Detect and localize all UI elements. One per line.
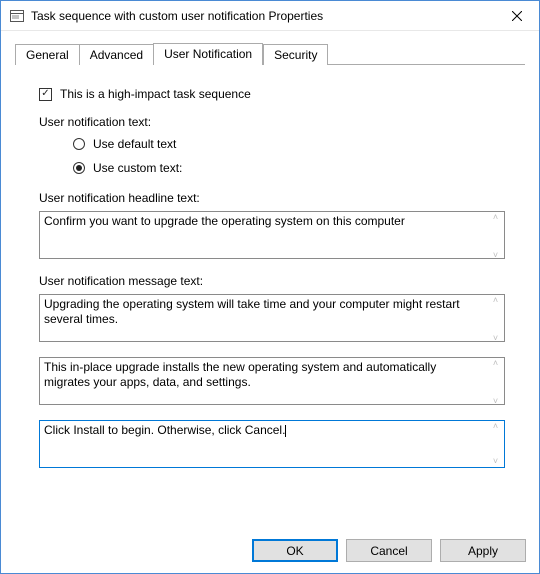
message-label: User notification message text: [39, 274, 505, 288]
headline-textarea[interactable] [39, 211, 505, 259]
titlebar: Task sequence with custom user notificat… [1, 1, 539, 31]
message3-textarea[interactable]: Click Install to begin. Otherwise, click… [39, 420, 505, 468]
radio-row-custom: Use custom text: [73, 161, 505, 175]
notification-text-radio-group: Use default text Use custom text: [39, 137, 505, 175]
text-caret [285, 425, 286, 437]
message2-textarea-wrap: ˄ ˅ [39, 357, 505, 408]
high-impact-label: This is a high-impact task sequence [60, 87, 251, 101]
tab-user-notification[interactable]: User Notification [153, 43, 263, 65]
window-icon [9, 8, 25, 24]
dialog-button-row: OK Cancel Apply [252, 539, 526, 562]
high-impact-row: ✓ This is a high-impact task sequence [39, 87, 505, 101]
cancel-button[interactable]: Cancel [346, 539, 432, 562]
radio-custom[interactable] [73, 162, 85, 174]
headline-textarea-wrap: ˄ ˅ [39, 211, 505, 262]
message1-textarea[interactable] [39, 294, 505, 342]
tab-advanced[interactable]: Advanced [79, 44, 154, 65]
radio-default-label: Use default text [93, 137, 176, 151]
message1-textarea-wrap: ˄ ˅ [39, 294, 505, 345]
headline-label: User notification headline text: [39, 191, 505, 205]
high-impact-checkbox[interactable]: ✓ [39, 88, 52, 101]
tab-general[interactable]: General [15, 44, 80, 65]
window-title: Task sequence with custom user notificat… [31, 9, 494, 23]
tab-strip: General Advanced User Notification Secur… [15, 43, 525, 65]
radio-default[interactable] [73, 138, 85, 150]
apply-button[interactable]: Apply [440, 539, 526, 562]
message3-text: Click Install to begin. Otherwise, click… [44, 423, 285, 437]
close-button[interactable] [494, 1, 539, 30]
tab-security[interactable]: Security [263, 44, 328, 65]
checkmark-icon: ✓ [41, 89, 49, 99]
tab-panel-user-notification: ✓ This is a high-impact task sequence Us… [15, 65, 525, 490]
message2-textarea[interactable] [39, 357, 505, 405]
radio-row-default: Use default text [73, 137, 505, 151]
radio-custom-label: Use custom text: [93, 161, 182, 175]
message3-textarea-wrap: Click Install to begin. Otherwise, click… [39, 420, 505, 468]
notification-text-label: User notification text: [39, 115, 505, 129]
ok-button[interactable]: OK [252, 539, 338, 562]
dialog-content: General Advanced User Notification Secur… [1, 31, 539, 490]
